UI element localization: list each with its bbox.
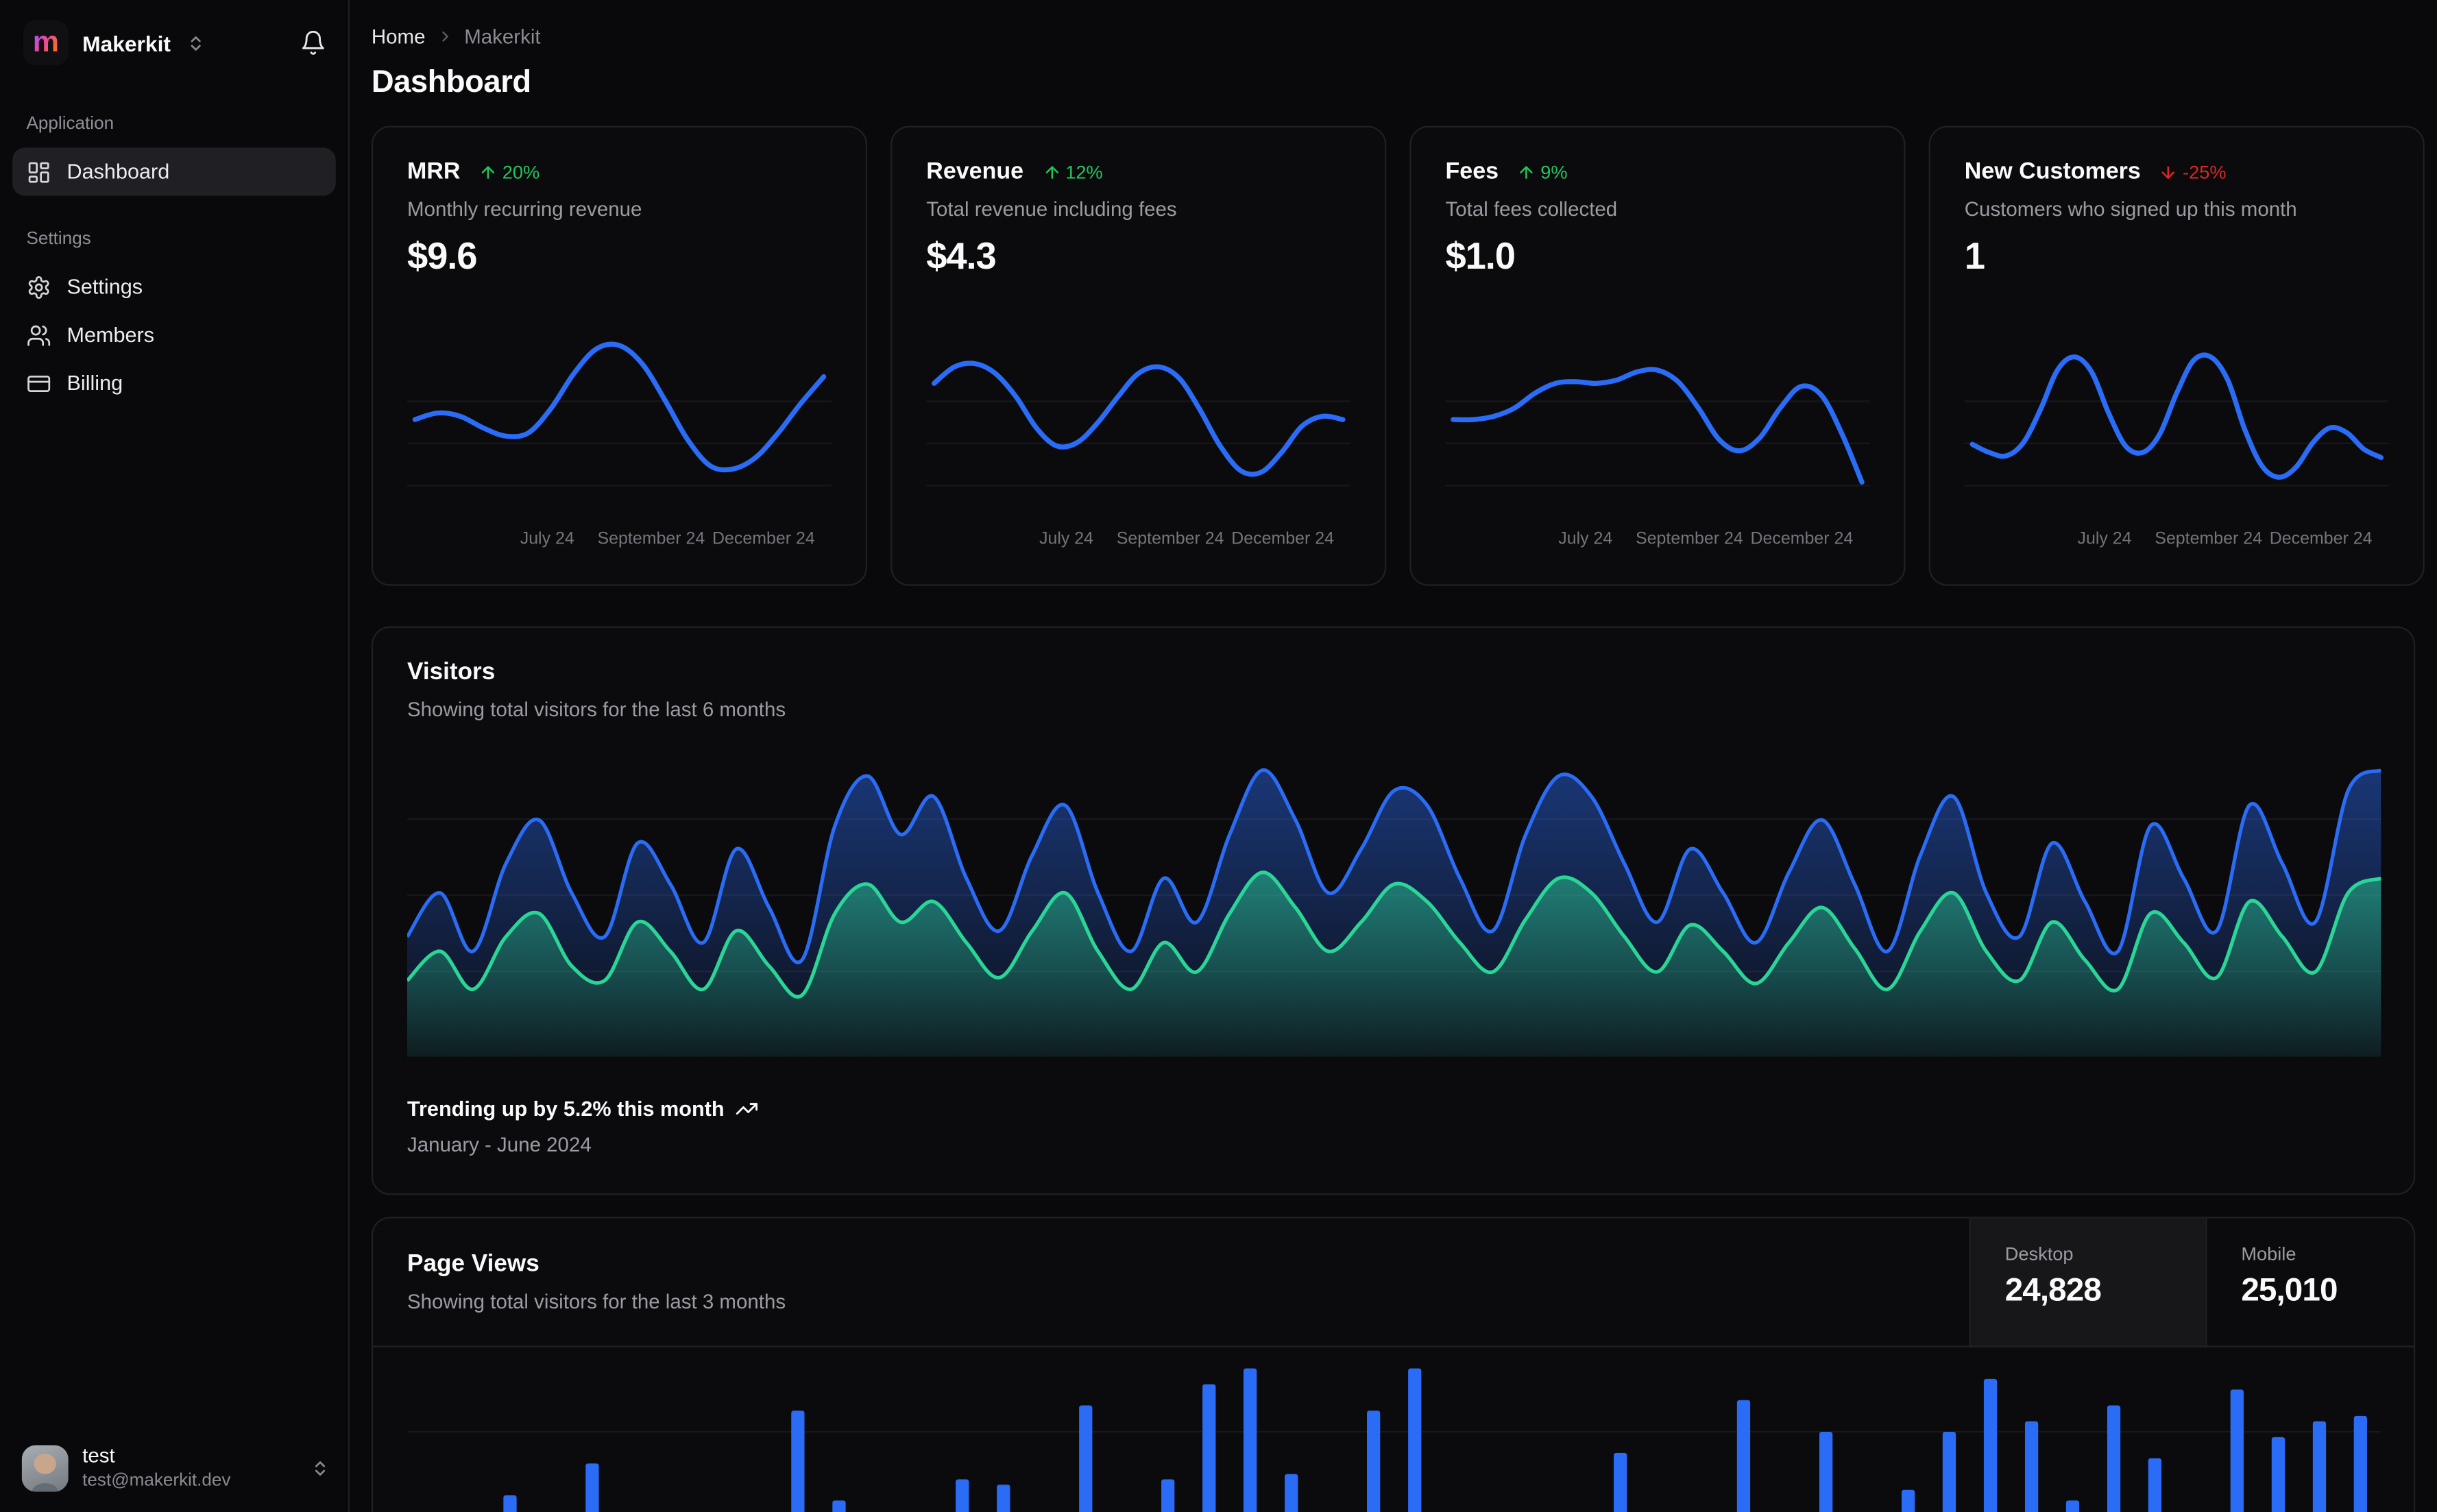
visitors-subtitle: Showing total visitors for the last 6 mo…: [407, 697, 786, 721]
sidebar-section-application: Application Dashboard: [0, 115, 348, 196]
section-label: Application: [26, 114, 114, 134]
sidebar-item-label: Members: [66, 323, 155, 347]
sidebar-item-dashboard[interactable]: Dashboard: [12, 147, 336, 196]
new-customers-sparkline-chart: [1964, 352, 2389, 487]
user-email: test@makerkit.dev: [82, 1471, 231, 1490]
workspace-name: Makerkit: [82, 30, 171, 56]
x-axis-labels: July 24 September 24 December 24: [2077, 530, 2373, 549]
stat-title: New Customers: [1964, 158, 2141, 185]
stat-value: $4.3: [926, 236, 997, 278]
sidebar-item-label: Dashboard: [66, 160, 170, 184]
arrow-up-icon: [482, 165, 495, 178]
arrow-up-icon: [1045, 165, 1058, 178]
date-range: January - June 2024: [407, 1132, 592, 1156]
fees-sparkline-chart: [1445, 367, 1870, 487]
stat-subtitle: Customers who signed up this month: [1964, 197, 2297, 221]
stat-title: MRR: [407, 158, 461, 185]
sidebar-item-settings[interactable]: Settings: [12, 263, 336, 310]
trend-badge: 12%: [1042, 161, 1103, 182]
stage: m Makerkit Application Dashboard Setting…: [0, 0, 2437, 1512]
stat-subtitle: Total fees collected: [1445, 197, 1618, 221]
stat-subtitle: Total revenue including fees: [926, 197, 1177, 221]
notifications-bell-icon[interactable]: [300, 29, 327, 56]
stat-value: $9.6: [407, 236, 478, 278]
visitors-footer: Trending up by 5.2% this month January -…: [407, 1097, 2379, 1156]
breadcrumb-home-link[interactable]: Home: [372, 25, 426, 48]
sidebar-item-label: Settings: [66, 275, 143, 299]
arrow-down-icon: [2162, 165, 2175, 178]
trend-badge: -25%: [2159, 161, 2227, 182]
makerkit-logo: m: [23, 20, 69, 66]
credit-card-icon: [27, 371, 51, 395]
visitors-card: Visitors Showing total visitors for the …: [371, 626, 2416, 1195]
sidebar-section-settings: Settings Settings Members Billing: [0, 230, 348, 407]
stat-card-mrr: MRR 20% Monthly recurring revenue $9.6 J…: [371, 125, 868, 586]
toggle-desktop[interactable]: Desktop 24,828: [1969, 1218, 2206, 1346]
sidebar-item-billing[interactable]: Billing: [12, 359, 336, 407]
workspace-selector[interactable]: m Makerkit: [0, 0, 348, 81]
visitors-title: Visitors: [407, 659, 496, 685]
trend-badge: 9%: [1517, 161, 1568, 182]
stat-card-new-customers: New Customers -25% Customers who signed …: [1928, 125, 2425, 586]
user-menu[interactable]: test test@makerkit.dev: [0, 1427, 348, 1512]
user-name: test: [82, 1444, 115, 1468]
breadcrumb-current: Makerkit: [464, 25, 541, 49]
desktop-label: Desktop: [2004, 1243, 2074, 1265]
arrow-up-icon: [1520, 165, 1533, 178]
chevrons-up-down-icon: [186, 34, 205, 52]
revenue-sparkline-chart: [926, 361, 1351, 487]
chevron-right-icon: [436, 28, 453, 45]
mrr-sparkline-chart: [407, 341, 832, 487]
logo-letter: m: [32, 26, 60, 60]
page-views-card: Page Views Showing total visitors for th…: [371, 1217, 2416, 1512]
stat-card-revenue: Revenue 12% Total revenue including fees…: [890, 125, 1387, 586]
trend-badge: 20%: [479, 161, 539, 182]
page-title: Dashboard: [371, 65, 531, 100]
members-icon: [27, 322, 51, 347]
stat-value: $1.0: [1445, 236, 1516, 278]
page-views-subtitle: Showing total visitors for the last 3 mo…: [407, 1289, 786, 1313]
trending-up-icon: [735, 1097, 758, 1121]
app-window: m Makerkit Application Dashboard Setting…: [0, 0, 2437, 1512]
main-content: Home Makerkit Dashboard MRR 20% Monthly …: [350, 0, 2437, 1512]
trend-summary: Trending up by 5.2% this month: [407, 1097, 725, 1121]
sidebar-item-label: Billing: [66, 371, 123, 395]
stat-cards-row: MRR 20% Monthly recurring revenue $9.6 J…: [371, 125, 2425, 586]
stat-value: 1: [1964, 236, 1985, 278]
x-axis-labels: July 24 September 24 December 24: [1039, 530, 1335, 549]
section-label: Settings: [26, 230, 91, 249]
x-axis-labels: July 24 September 24 December 24: [1558, 530, 1854, 549]
x-axis-labels: July 24 September 24 December 24: [520, 530, 815, 549]
sidebar-item-members[interactable]: Members: [12, 310, 336, 358]
toggle-mobile[interactable]: Mobile 25,010: [2205, 1218, 2414, 1346]
stat-title: Fees: [1445, 158, 1499, 185]
page-views-title: Page Views: [407, 1251, 539, 1278]
mobile-label: Mobile: [2241, 1243, 2296, 1265]
chevrons-up-down-icon: [311, 1459, 329, 1477]
stat-title: Revenue: [926, 158, 1024, 185]
stat-card-fees: Fees 9% Total fees collected $1.0 July 2…: [1409, 125, 1906, 586]
page-views-bar-chart: [407, 1368, 2381, 1512]
dashboard-icon: [27, 159, 51, 184]
gear-icon: [27, 274, 51, 299]
sidebar: m Makerkit Application Dashboard Setting…: [0, 0, 350, 1512]
page-views-header: Page Views Showing total visitors for th…: [373, 1218, 2414, 1348]
mobile-value: 25,010: [2241, 1272, 2338, 1308]
stat-subtitle: Monthly recurring revenue: [407, 197, 642, 221]
visitors-area-chart: [407, 768, 2381, 1057]
desktop-value: 24,828: [2004, 1272, 2102, 1308]
breadcrumb: Home Makerkit: [372, 25, 2415, 48]
user-avatar: [21, 1444, 69, 1491]
